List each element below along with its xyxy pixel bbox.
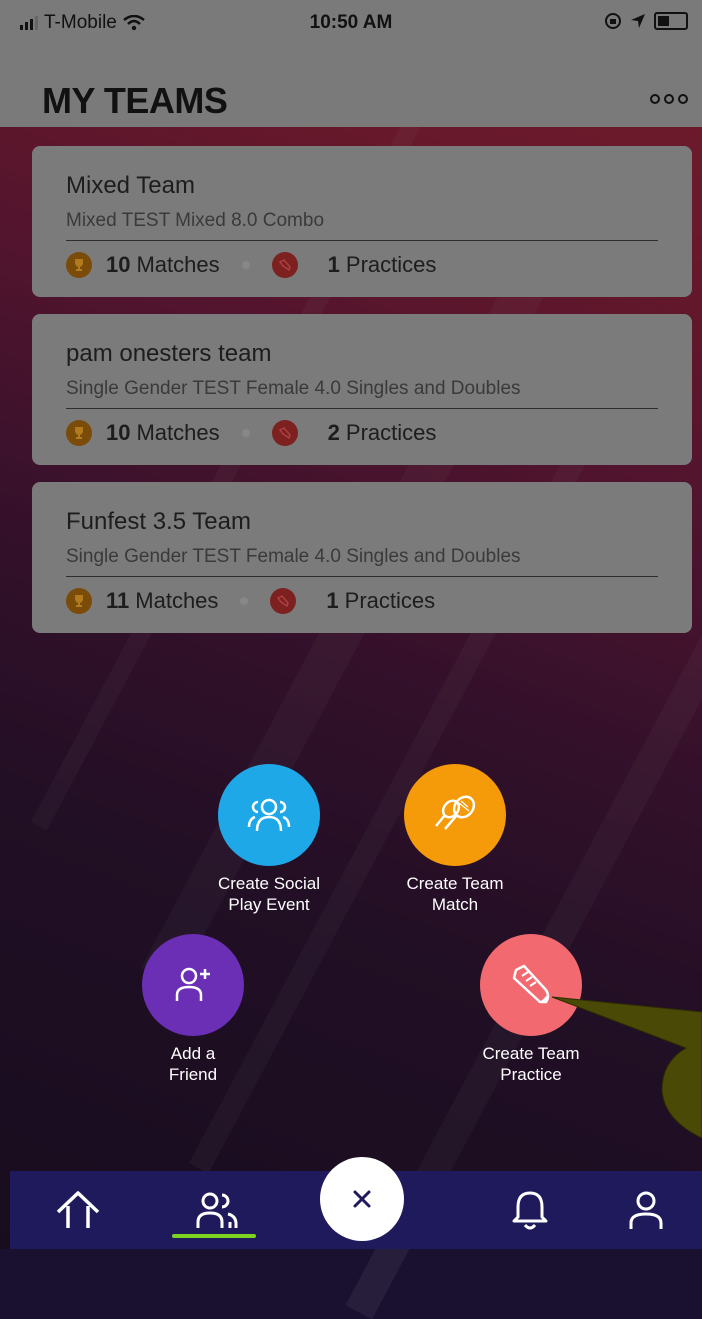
team-card[interactable]: Funfest 3.5 Team Single Gender TEST Fema… — [32, 482, 692, 633]
label-line: Play Event — [228, 895, 310, 914]
nav-notifications[interactable] — [490, 1171, 570, 1249]
separator-dot — [241, 261, 250, 269]
close-icon — [353, 1190, 371, 1208]
sneaker-icon — [271, 420, 298, 446]
matches-count: 11 — [106, 588, 130, 613]
close-menu-button[interactable] — [320, 1157, 404, 1241]
trophy-icon — [66, 252, 92, 278]
team-name: Funfest 3.5 Team — [66, 508, 251, 535]
separator-dot — [241, 429, 250, 437]
sneaker-icon — [270, 588, 297, 614]
matches-label: Matches — [136, 252, 220, 277]
practices-label: Practices — [345, 420, 437, 445]
team-subtitle: Single Gender TEST Female 4.0 Singles an… — [66, 378, 521, 399]
label-line: Create Team — [406, 874, 504, 893]
create-team-practice-button[interactable] — [480, 934, 582, 1036]
add-friend-button[interactable] — [142, 934, 244, 1036]
team-stats: 10 Matches 1 Practices — [66, 252, 436, 278]
practices-label: Practices — [345, 252, 437, 277]
nav-profile[interactable] — [606, 1171, 686, 1249]
top-header: T-Mobile 10:50 AM MY TEAMS — [0, 0, 702, 127]
matches-count: 10 — [106, 420, 131, 445]
create-social-play-button[interactable] — [218, 764, 320, 866]
status-right — [604, 12, 688, 30]
create-team-practice-label: Create Team Practice — [446, 1043, 616, 1085]
practices-count: 1 — [326, 588, 339, 613]
trophy-icon — [66, 420, 92, 446]
label-line: Match — [431, 895, 479, 914]
label-line: Practice — [500, 1065, 562, 1084]
active-tab-indicator — [172, 1234, 256, 1238]
team-card[interactable]: Mixed Team Mixed TEST Mixed 8.0 Combo 10… — [32, 146, 692, 297]
tennis-rackets-icon — [435, 795, 476, 830]
status-time: 10:50 AM — [309, 12, 393, 33]
label-line: Add a — [170, 1044, 216, 1063]
divider — [66, 408, 658, 409]
add-user-icon — [175, 967, 210, 1001]
nav-home[interactable] — [38, 1171, 118, 1249]
practices-label: Practices — [344, 588, 436, 613]
separator-dot — [240, 597, 249, 605]
sneaker-icon — [512, 964, 550, 1004]
sneaker-icon — [271, 252, 298, 278]
group-icon — [247, 798, 291, 832]
label-line: Create Team — [482, 1044, 580, 1063]
divider — [66, 576, 658, 577]
location-icon — [631, 14, 645, 28]
create-social-play-label: Create Social Play Event — [184, 873, 354, 915]
orientation-lock-icon — [605, 13, 621, 29]
battery-icon — [654, 12, 688, 30]
trophy-icon — [66, 588, 92, 614]
label-line: Create Social — [217, 874, 321, 893]
create-team-match-label: Create Team Match — [370, 873, 540, 915]
team-name: Mixed Team — [66, 172, 195, 199]
page-title: MY TEAMS — [42, 80, 228, 121]
team-stats: 10 Matches 2 Practices — [66, 420, 436, 446]
divider — [66, 240, 658, 241]
teams-icon — [196, 1192, 238, 1228]
matches-label: Matches — [135, 588, 219, 613]
label-line: Friend — [168, 1065, 218, 1084]
team-name: pam onesters team — [66, 340, 272, 367]
bell-icon — [512, 1191, 548, 1230]
create-team-match-button[interactable] — [404, 764, 506, 866]
add-friend-label: Add a Friend — [108, 1043, 278, 1085]
matches-count: 10 — [106, 252, 131, 277]
team-card[interactable]: pam onesters team Single Gender TEST Fem… — [32, 314, 692, 465]
practices-count: 1 — [327, 252, 340, 277]
profile-icon — [629, 1191, 663, 1229]
team-subtitle: Mixed TEST Mixed 8.0 Combo — [66, 210, 325, 231]
more-dots-icon[interactable] — [650, 94, 688, 104]
team-subtitle: Single Gender TEST Female 4.0 Singles an… — [66, 546, 521, 567]
matches-label: Matches — [136, 420, 220, 445]
practices-count: 2 — [327, 420, 340, 445]
home-icon — [56, 1191, 100, 1228]
team-stats: 11 Matches 1 Practices — [66, 588, 435, 614]
